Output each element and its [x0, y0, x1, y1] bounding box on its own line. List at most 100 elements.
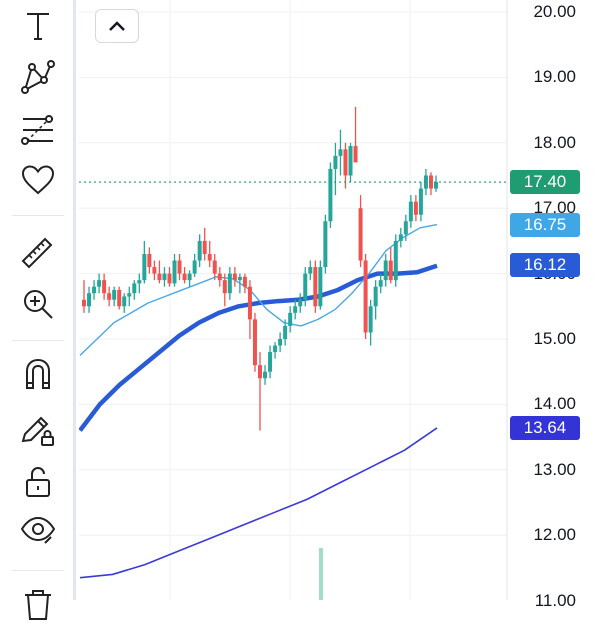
candle-body	[177, 260, 182, 274]
price-axis-label: 18.00	[533, 132, 576, 152]
candle-body	[142, 253, 147, 281]
candle-body	[122, 296, 127, 307]
candle-body	[247, 286, 252, 320]
candle-body	[197, 240, 202, 261]
candle-body	[318, 267, 323, 307]
candle-body	[434, 182, 438, 189]
candle-body	[343, 149, 348, 176]
candle-body	[323, 221, 328, 268]
fib-retracement-tool-button[interactable]	[14, 108, 62, 152]
magnet-tool-button[interactable]	[14, 352, 62, 396]
candle-body	[227, 273, 232, 294]
medium-ma-badge: 16.12	[510, 253, 580, 277]
candle-body	[278, 339, 283, 346]
candle-body	[182, 273, 187, 281]
candle-body	[393, 240, 398, 281]
candle-body	[212, 260, 217, 274]
volume-bar	[319, 548, 323, 600]
candle-body	[82, 299, 86, 307]
zoom-in-icon	[24, 290, 53, 319]
candle-body	[383, 260, 388, 281]
candle-body	[388, 260, 393, 281]
collapse-button[interactable]	[95, 9, 139, 43]
pencil-lock-icon	[21, 416, 54, 446]
zoom-in-tool-button[interactable]	[14, 282, 62, 326]
long-ma-badge: 13.64	[510, 416, 580, 440]
candle-body	[97, 280, 102, 287]
candle-body	[263, 371, 268, 379]
eye-icon	[20, 516, 56, 544]
candle-body	[328, 168, 333, 222]
candle-body	[418, 188, 423, 215]
price-axis-label: 19.00	[533, 67, 576, 87]
candle-body	[152, 267, 157, 274]
heart-icon	[21, 165, 55, 195]
lock-drawing-tool-button[interactable]	[14, 408, 62, 452]
toolbar-separator	[12, 215, 64, 216]
candle-body	[373, 286, 378, 307]
unlock-icon	[26, 467, 50, 497]
candle-body	[273, 345, 278, 353]
pattern-icon	[21, 60, 55, 94]
favorites-tool-button[interactable]	[14, 158, 62, 202]
trend-line-tool-button[interactable]	[14, 55, 62, 99]
candle-body	[308, 267, 313, 274]
candle-body	[398, 234, 403, 241]
candle-body	[192, 260, 197, 274]
ruler-icon	[21, 237, 53, 269]
text-icon	[27, 13, 49, 40]
candle-body	[232, 273, 237, 281]
candle-body	[298, 299, 303, 307]
price-axis-label: 15.00	[533, 329, 576, 348]
candle-body	[288, 312, 293, 326]
candle-body	[117, 289, 122, 307]
candle-body	[378, 280, 383, 287]
candle-body	[217, 273, 222, 281]
price-axis-label: 12.00	[533, 525, 576, 545]
unlock-tool-button[interactable]	[14, 460, 62, 504]
candle-body	[403, 221, 408, 235]
candle-body	[162, 273, 167, 281]
price-axis-label: 13.00	[533, 459, 576, 479]
candle-body	[102, 280, 107, 294]
candle-body	[252, 319, 257, 366]
toolbar-separator	[12, 340, 64, 341]
price-axis-label: 14.00	[533, 394, 576, 414]
candle-body	[167, 273, 172, 284]
candle-body	[353, 146, 358, 163]
ruler-tool-button[interactable]	[14, 230, 62, 274]
trash-icon	[25, 590, 51, 620]
toolbar-separator	[12, 570, 64, 571]
candle-body	[258, 365, 262, 379]
short-ma-badge: 16.75	[510, 213, 580, 237]
delete-tool-button[interactable]	[14, 582, 62, 626]
candle-body	[132, 283, 137, 294]
last-price-badge: 17.40	[510, 170, 580, 194]
candle-body	[137, 280, 142, 284]
price-chart[interactable]	[79, 0, 600, 600]
candle-body	[87, 293, 92, 307]
candle-body	[363, 260, 368, 333]
candle-body	[283, 325, 288, 339]
magnet-icon	[26, 358, 50, 389]
text-tool-button[interactable]	[14, 4, 62, 48]
candle-body	[202, 240, 207, 254]
fib-retracement-icon	[21, 115, 53, 145]
candle-body	[358, 208, 363, 261]
price-axis-label: 11.00	[534, 590, 576, 610]
candle-body	[207, 253, 212, 261]
candle-body	[348, 146, 353, 176]
price-axis-label: 20.00	[533, 2, 576, 21]
hide-drawings-tool-button[interactable]	[14, 508, 62, 552]
candle-body	[112, 289, 117, 300]
candle-body	[313, 267, 318, 307]
candle-body	[147, 253, 152, 268]
candle-body	[127, 293, 132, 297]
candle-body	[242, 276, 247, 287]
candle-body	[157, 273, 162, 281]
candle-body	[408, 201, 413, 222]
candle-body	[303, 273, 308, 300]
candle-body	[107, 293, 112, 300]
candle-body	[338, 149, 343, 156]
candle-body	[222, 280, 227, 294]
